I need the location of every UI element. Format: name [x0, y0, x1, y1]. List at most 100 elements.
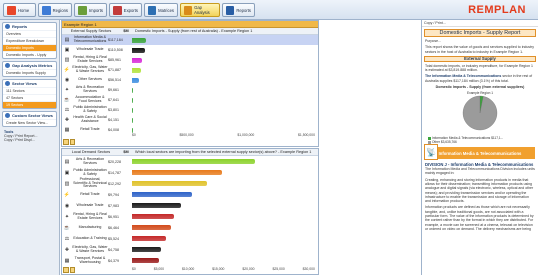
- bar[interactable]: [132, 127, 133, 133]
- table-row[interactable]: ✦ Rental, Hiring & Real Estate Services $6…: [62, 211, 318, 222]
- sidebar-item-19-sectors[interactable]: 19 Sectors: [3, 101, 56, 108]
- division-text-2: Creating, enhancing and storing informat…: [425, 177, 534, 204]
- pie-label: Example Region 1: [467, 91, 493, 95]
- tools-copy-display[interactable]: Copy / Print Displ...: [4, 138, 55, 142]
- tab-exports[interactable]: Exports: [109, 3, 142, 17]
- sidebar-item-domestic-imports-supply[interactable]: Domestic Imports - Upply: [3, 51, 56, 58]
- sidebar-group-header[interactable]: Reports: [3, 23, 56, 30]
- sidebar-group-header[interactable]: Sector Views: [3, 80, 56, 87]
- bar[interactable]: [132, 47, 146, 53]
- tab-gap-analysis[interactable]: Gap Analysis: [180, 3, 220, 17]
- tab-regions[interactable]: Regions: [38, 3, 72, 17]
- bar[interactable]: [132, 37, 147, 43]
- bar[interactable]: [132, 170, 223, 175]
- sidebar-item-create-view[interactable]: Create New Sector View...: [3, 119, 56, 126]
- table-row[interactable]: ▤ Information Media & Telecommunications $…: [62, 35, 318, 45]
- sector-value: $4,758: [108, 247, 119, 252]
- sidebar-item-domestic-imports[interactable]: Domestic Imports: [3, 44, 56, 51]
- table-row[interactable]: ▣ Public Administration & Safety $14,787: [62, 167, 318, 178]
- sector-label: Public Administration & Safety: [73, 167, 107, 176]
- sidebar-item-imports-supply[interactable]: Domestic Imports Supply: [3, 69, 56, 76]
- table-row[interactable]: ▦ Transport, Postal & Warehousing $4,379: [62, 255, 318, 266]
- table-row[interactable]: ✦ Arts & Recreation Services $9,661: [62, 85, 318, 95]
- panel-footer: [62, 266, 76, 274]
- export-button[interactable]: [63, 267, 69, 273]
- table-row[interactable]: ⚡ Electricity, Gas, Water & Waste Service…: [62, 65, 318, 75]
- sector-icon: ✦: [64, 87, 70, 93]
- tab-matrices[interactable]: Matrices: [144, 3, 178, 17]
- axis-tick: $0: [132, 267, 136, 271]
- bar[interactable]: [132, 225, 172, 230]
- col-unit[interactable]: $M: [120, 29, 132, 33]
- sector-icon: ◉: [64, 202, 70, 209]
- sector-icon: ▥: [64, 57, 70, 63]
- sidebar-item-111-sectors[interactable]: 111 Sectors: [3, 87, 56, 94]
- group-title: Custom Sector Views: [12, 113, 53, 118]
- sector-info-bar: 📡 Information Media & Telecommunications: [424, 144, 535, 161]
- bar[interactable]: [132, 77, 139, 83]
- bar[interactable]: [132, 67, 141, 73]
- bar[interactable]: [132, 87, 134, 93]
- sector-icon: ⚖: [64, 107, 70, 113]
- sector-value: $110,508: [108, 48, 123, 52]
- section-title: External Supply: [424, 55, 536, 62]
- export-button[interactable]: [63, 139, 69, 145]
- axis-tick: $0: [132, 133, 136, 137]
- sector-label: Rental, Hiring & Real Estate Services: [73, 211, 107, 220]
- sidebar-group-header[interactable]: Gap Analysis Metrics: [3, 62, 56, 69]
- bar[interactable]: [132, 107, 133, 113]
- table-row[interactable]: ▥ Professional, Scientific & Technical Se…: [62, 177, 318, 189]
- bar[interactable]: [132, 247, 162, 252]
- bar[interactable]: [132, 117, 133, 123]
- pie-slice[interactable]: [462, 95, 498, 131]
- table-row[interactable]: ▤ Arts & Recreation Services $20,228: [62, 156, 318, 167]
- x-axis: $0 $500,000 $1,000,000 $1,500,000: [132, 133, 315, 139]
- sector-label: Arts & Recreation Services: [75, 85, 105, 93]
- sector-value: $7,641: [108, 98, 119, 102]
- sidebar-item-overview[interactable]: Overview: [3, 30, 56, 37]
- sidebar-item-47-sectors[interactable]: 47 Sectors: [3, 94, 56, 101]
- tab-imports[interactable]: Imports: [74, 3, 107, 17]
- bar[interactable]: [132, 181, 207, 186]
- chart-button[interactable]: [69, 267, 75, 273]
- bar[interactable]: [132, 203, 181, 208]
- sidebar-group-header[interactable]: Custom Sector Views: [3, 112, 56, 119]
- bar[interactable]: [132, 97, 133, 103]
- table-row[interactable]: ▥ Rental, Hiring & Real Estate Services $8…: [62, 55, 318, 65]
- home-icon: [7, 5, 16, 15]
- sidebar-item-expenditure[interactable]: Expenditure Breakdown: [3, 37, 56, 44]
- table-row[interactable]: ☕ Manufacturing $6,464: [62, 222, 318, 233]
- table-row[interactable]: ⚡ Retail Trade $9,794: [62, 189, 318, 200]
- sector-value: $3,801: [108, 108, 119, 112]
- reports-icon: [226, 5, 235, 15]
- table-row[interactable]: ☕ Accommodation & Food Services $7,641: [62, 95, 318, 105]
- table-row[interactable]: ✚ Electricity, Gas, Water & Waste Service…: [62, 244, 318, 255]
- sidebar-tools: Tools Copy / Print Report... Copy / Prin…: [2, 129, 57, 143]
- table-row[interactable]: ◉ Other Services $56,514: [62, 75, 318, 85]
- col-sectors[interactable]: Local Demand Sectors: [62, 150, 120, 154]
- pie-chart: Example Region 1: [462, 91, 498, 131]
- bar[interactable]: [132, 258, 159, 263]
- copy-print-link[interactable]: Copy / Print...: [422, 20, 538, 27]
- sector-label: Electricity, Gas, Water & Waste Services: [72, 244, 108, 253]
- table-row[interactable]: ✚ Health Care & Social Assistance $4,151: [62, 115, 318, 125]
- table-row[interactable]: ◉ Wholesale Trade $7,983: [62, 200, 318, 211]
- bar[interactable]: [132, 214, 175, 219]
- table-row[interactable]: ⚖ Public Administration & Safety $3,801: [62, 105, 318, 115]
- sector-value: $7,983: [108, 203, 119, 208]
- table-row[interactable]: ⚖ Education & Training $5,524: [62, 233, 318, 244]
- bar[interactable]: [132, 159, 256, 164]
- tab-reports[interactable]: Reports: [222, 3, 255, 17]
- bar[interactable]: [132, 57, 143, 63]
- bar[interactable]: [132, 236, 166, 241]
- bar[interactable]: [132, 192, 192, 197]
- tab-home[interactable]: Home: [3, 3, 36, 17]
- chart-button[interactable]: [69, 139, 75, 145]
- table-row[interactable]: ▣ Wholesale Trade $110,508: [62, 45, 318, 55]
- sector-value: $9,661: [108, 88, 119, 92]
- col-sectors[interactable]: External Supply Sectors: [62, 29, 120, 33]
- col-unit[interactable]: $M: [120, 150, 132, 154]
- report-text-2: The Information Media & Telecommunicatio…: [422, 74, 538, 83]
- sector-value: $12,292: [108, 181, 121, 186]
- sidebar-group-gap: Gap Analysis Metrics Domestic Imports Su…: [2, 61, 57, 77]
